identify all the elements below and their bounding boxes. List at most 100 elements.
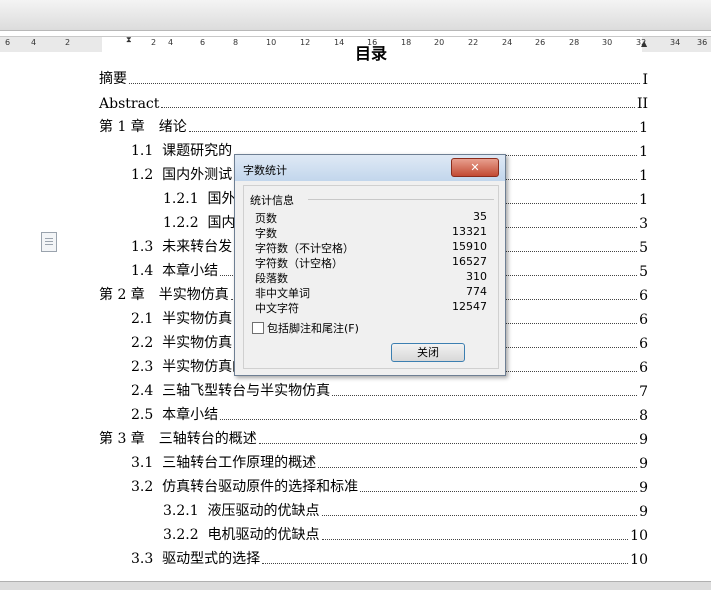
stat-value: 310 xyxy=(466,270,487,283)
toc-leader-dots xyxy=(129,83,641,84)
toc-entry-page: 9 xyxy=(639,432,648,448)
ruler-tick-label: 14 xyxy=(334,38,345,47)
toc-entry-label: 第 2 章 半实物仿真 xyxy=(99,287,229,303)
toc-entry-label: 3.3 驱动型式的选择 xyxy=(131,551,261,567)
document-icon xyxy=(41,232,57,252)
toc-entry-label: 3.2.2 电机驱动的优缺点 xyxy=(163,527,320,543)
toc-entry-page: 6 xyxy=(639,288,648,304)
toc-entry-page: 1 xyxy=(639,168,648,184)
stat-row: 非中文单词 774 xyxy=(255,285,487,300)
ruler-tick-label: 4 xyxy=(168,38,174,47)
toc-entry-page: 5 xyxy=(639,240,648,256)
toc-leader-dots xyxy=(188,131,638,132)
stat-row: 字数 13321 xyxy=(255,225,487,240)
ruler-tick-label: 2 xyxy=(65,38,71,47)
toc-entry-page: II xyxy=(636,96,648,112)
toc-entry-label: 3.2 仿真转台驱动原件的选择和标准 xyxy=(131,479,359,495)
toc-entry[interactable]: 3.2.2 电机驱动的优缺点 10 xyxy=(163,526,648,544)
toc-entry-page: 9 xyxy=(639,504,648,520)
toc-entry[interactable]: 3.1 三轴转台工作原理的概述 9 xyxy=(131,454,648,472)
stat-value: 13321 xyxy=(452,225,487,238)
stat-row: 字符数（不计空格） 15910 xyxy=(255,240,487,255)
stat-row: 中文字符 12547 xyxy=(255,300,487,315)
stat-value: 774 xyxy=(466,285,487,298)
stat-label: 非中文单词 xyxy=(255,287,310,300)
group-divider xyxy=(308,199,494,200)
stat-label: 字符数（不计空格） xyxy=(255,242,354,255)
toc-entry-page: 10 xyxy=(630,552,648,568)
stat-row: 页数 35 xyxy=(255,210,487,225)
toc-entry-page: 6 xyxy=(639,312,648,328)
toc-entry-page: 6 xyxy=(639,360,648,376)
toc-entry-label: 2.5 本章小结 xyxy=(131,407,219,423)
toc-entry-label: 1.2 国内外测试 xyxy=(131,167,233,183)
toc-entry-label: 第 3 章 三轴转台的概述 xyxy=(99,431,257,447)
ruler-tick-label: 28 xyxy=(569,38,580,47)
toc-entry-label: 1.4 本章小结 xyxy=(131,263,219,279)
checkbox-label: 包括脚注和尾注(F) xyxy=(267,322,359,335)
toc-entry[interactable]: 2.5 本章小结 8 xyxy=(131,406,648,424)
page-title: 目录 xyxy=(355,44,388,63)
toc-entry[interactable]: 第 3 章 三轴转台的概述 9 xyxy=(99,430,648,448)
toc-entry-label: 2.4 三轴飞型转台与半实物仿真 xyxy=(131,383,331,399)
ruler-tick-label: 4 xyxy=(31,38,37,47)
toc-leader-dots xyxy=(360,491,638,492)
stat-label: 字数 xyxy=(255,227,277,240)
stat-value: 15910 xyxy=(452,240,487,253)
word-count-dialog: 字数统计 ✕ 统计信息 页数 35 字数 13321 字符数（不计空格） 15910 字符数… xyxy=(234,154,506,376)
toc-entry[interactable]: 摘要 I xyxy=(99,70,648,88)
toc-entry-page: 5 xyxy=(639,264,648,280)
toc-entry-label: 3.2.1 液压驱动的优缺点 xyxy=(163,503,320,519)
indent-marker-icon[interactable]: ⧗ xyxy=(126,35,132,45)
statistics-group-title: 统计信息 xyxy=(250,194,294,207)
toc-entry-page: 1 xyxy=(639,120,648,136)
toc-entry-page: 9 xyxy=(639,456,648,472)
ruler-tick-label: 22 xyxy=(468,38,479,47)
toc-entry[interactable]: 第 1 章 绪论 1 xyxy=(99,118,648,136)
toc-entry[interactable]: 3.3 驱动型式的选择 10 xyxy=(131,550,648,568)
checkbox-box[interactable] xyxy=(252,322,264,334)
toc-entry-page: 7 xyxy=(639,384,648,400)
toc-entry-label: 第 1 章 绪论 xyxy=(99,119,187,135)
close-icon[interactable]: ✕ xyxy=(451,158,499,177)
ribbon-area xyxy=(0,0,711,31)
toc-entry-page: 3 xyxy=(639,216,648,232)
toc-leader-dots xyxy=(318,467,638,468)
ruler-tick-label: 24 xyxy=(502,38,513,47)
toc-entry-label: 2.1 半实物仿真 xyxy=(131,311,233,327)
toc-entry-label: Abstract xyxy=(99,96,160,112)
toc-entry-page: 1 xyxy=(639,192,648,208)
toc-entry[interactable]: 3.2 仿真转台驱动原件的选择和标准 9 xyxy=(131,478,648,496)
ruler-tick-label: 30 xyxy=(602,38,613,47)
ruler-tick-label: 10 xyxy=(266,38,277,47)
ruler-tick-label: 12 xyxy=(300,38,311,47)
ruler-tick-label: 34 xyxy=(670,38,681,47)
toc-leader-dots xyxy=(321,515,638,516)
toc-leader-dots xyxy=(220,419,638,420)
toc-leader-dots xyxy=(332,395,638,396)
toc-entry[interactable]: Abstract II xyxy=(99,94,648,112)
include-footnotes-checkbox[interactable]: 包括脚注和尾注(F) xyxy=(252,320,359,336)
stat-value: 12547 xyxy=(452,300,487,313)
right-indent-marker-icon[interactable]: ▲ xyxy=(641,39,647,48)
ruler-tick-label: 8 xyxy=(233,38,239,47)
ruler-tick-label: 26 xyxy=(535,38,546,47)
toc-leader-dots xyxy=(262,563,629,564)
toc-entry[interactable]: 2.4 三轴飞型转台与半实物仿真 7 xyxy=(131,382,648,400)
ruler-tick-label: 18 xyxy=(401,38,412,47)
dialog-titlebar[interactable]: 字数统计 ✕ xyxy=(235,155,505,181)
stat-label: 中文字符 xyxy=(255,302,299,315)
toc-entry-page: 10 xyxy=(630,528,648,544)
toc-entry-label: 1.2.1 国外 xyxy=(163,191,236,207)
stat-value: 35 xyxy=(473,210,487,223)
close-button[interactable]: 关闭 xyxy=(391,343,465,362)
toc-entry-page: I xyxy=(642,72,648,88)
toc-entry-label: 1.3 未来转台发 xyxy=(131,239,233,255)
stat-value: 16527 xyxy=(452,255,487,268)
ruler-tick-label: 6 xyxy=(5,38,11,47)
toc-leader-dots xyxy=(258,443,638,444)
toc-entry[interactable]: 3.2.1 液压驱动的优缺点 9 xyxy=(163,502,648,520)
toc-entry-page: 6 xyxy=(639,336,648,352)
ruler-tick-label: 6 xyxy=(200,38,206,47)
toc-leader-dots xyxy=(161,107,635,108)
